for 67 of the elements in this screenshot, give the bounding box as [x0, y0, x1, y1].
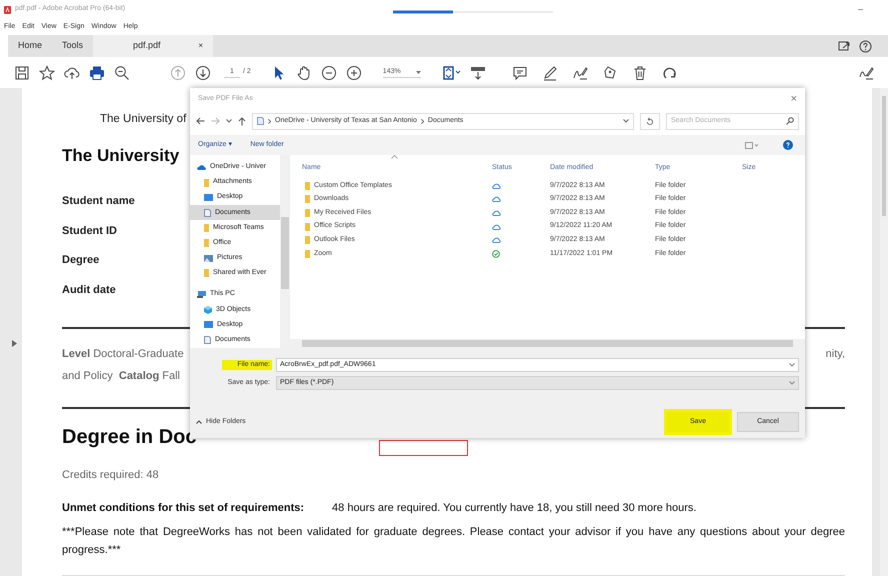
zoom-out-icon[interactable] [320, 64, 337, 80]
help-icon[interactable] [783, 140, 793, 150]
star-icon[interactable] [39, 64, 55, 80]
level-text: Level Doctoral-Graduate [62, 347, 184, 362]
print-icon[interactable] [89, 64, 105, 80]
field-label: Student ID [62, 224, 117, 236]
chevron-down-icon [789, 381, 795, 385]
tab[interactable]: pdf.pdf × [93, 35, 214, 57]
zoom-in-icon[interactable] [346, 64, 362, 80]
pen-icon[interactable] [542, 64, 558, 80]
close-button[interactable]: × [790, 90, 797, 108]
chevron-right-icon [420, 118, 424, 124]
monitor-icon [204, 194, 213, 202]
chevron-right-icon [268, 118, 271, 124]
catalog-text: and Policy Catalog Fall [62, 370, 180, 382]
app-icon [4, 6, 11, 14]
close-icon[interactable]: × [198, 40, 204, 52]
chevron-down-icon [789, 363, 795, 367]
hand-icon[interactable] [296, 64, 312, 80]
scrollbar[interactable] [880, 88, 888, 576]
minimize-button[interactable]: – [858, 3, 864, 16]
comment-icon[interactable] [512, 64, 528, 80]
document-header: The University of [100, 112, 186, 127]
scrollbar[interactable] [290, 339, 805, 348]
check-circle-icon [492, 250, 500, 258]
requirements-text: 48 hours are required. You currently have 18, you still need 30 more hours. [332, 500, 696, 516]
note-text: ***Please note that DegreeWorks has not been validated for graduate degrees. Please contact your advisor if you have any questions about your degree progress.*** [62, 525, 845, 558]
folder-path-icon [257, 117, 264, 125]
up-arrow-icon[interactable] [238, 116, 246, 126]
cube-icon [204, 306, 212, 314]
monitor-icon [204, 321, 213, 328]
folder-icon [204, 178, 209, 187]
zoom-out-icon[interactable] [114, 64, 130, 80]
caret-icon [416, 70, 421, 74]
search-icon [786, 117, 794, 125]
field-label: Audit date [62, 284, 116, 296]
document-icon [204, 208, 211, 217]
tab[interactable]: Home [8, 35, 52, 57]
share-icon[interactable] [838, 40, 851, 52]
trash-icon[interactable] [632, 64, 648, 80]
chevron-down-icon[interactable] [623, 119, 629, 123]
cloud-upload-icon[interactable] [64, 64, 80, 80]
document-icon [204, 336, 211, 344]
help-icon[interactable] [859, 40, 872, 52]
image-icon [204, 254, 213, 262]
computer-icon [197, 291, 206, 298]
next-page-icon[interactable] [195, 64, 211, 80]
chevron-up-icon [196, 420, 202, 424]
sign-icon[interactable] [858, 64, 874, 80]
document-title: The University [62, 145, 180, 167]
rotate-icon[interactable] [662, 64, 678, 80]
cloud-icon [197, 164, 206, 170]
tab[interactable]: Tools [52, 35, 94, 57]
level-text: nity, [826, 347, 845, 362]
expand-panel-icon[interactable] [12, 340, 17, 347]
back-icon[interactable] [196, 117, 205, 125]
credits-text: Credits required: 48 [62, 468, 159, 480]
requirements-label: Unmet conditions for this set of requirements: [62, 500, 304, 516]
refresh-icon[interactable] [640, 112, 660, 130]
save-icon[interactable] [14, 64, 30, 80]
signature-icon[interactable] [572, 64, 588, 80]
folder-icon [204, 269, 209, 278]
field-label: Student name [62, 195, 135, 207]
view-options-icon[interactable] [745, 142, 759, 148]
chevron-down-icon[interactable] [226, 119, 232, 123]
field-label: Degree [62, 254, 100, 266]
scroll-mode-icon[interactable] [470, 64, 486, 80]
